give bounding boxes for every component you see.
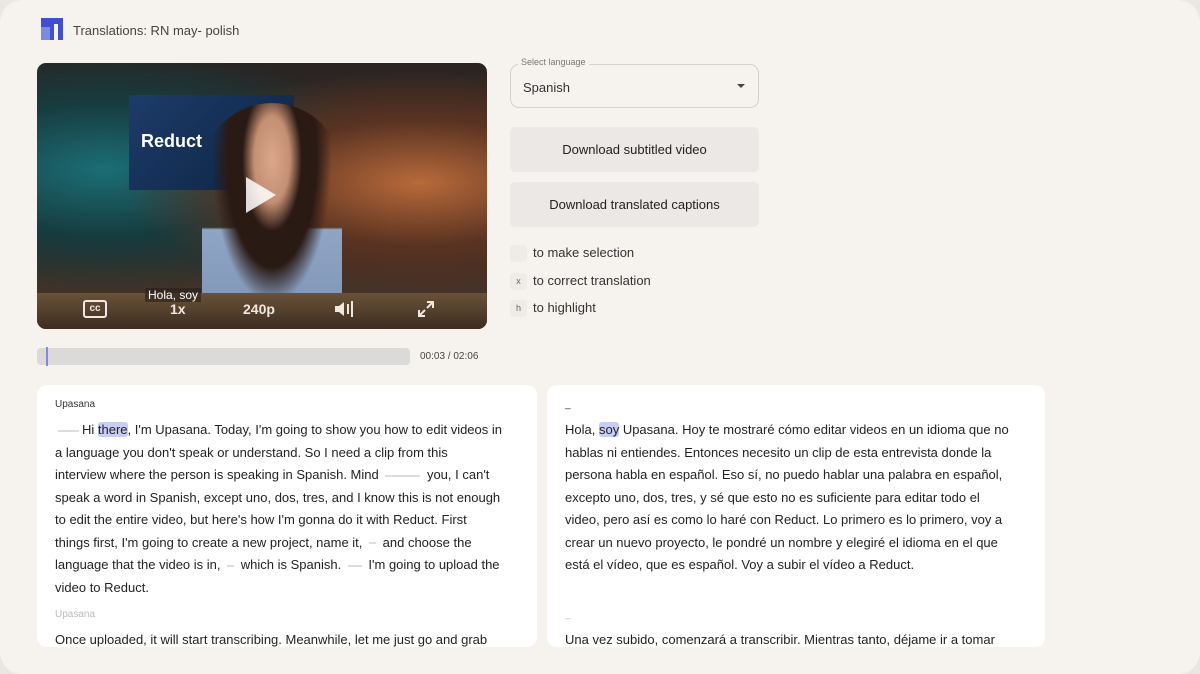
text-line: speak a word in Spanish, except uno, dos… xyxy=(55,487,519,510)
shortcut-correct: x to correct translation xyxy=(510,273,651,291)
speaker-label: Upasana xyxy=(55,609,96,620)
text-line: Once uploaded, it will start transcribin… xyxy=(55,629,519,647)
shortcut-key: h xyxy=(510,300,527,318)
speed-button[interactable]: 1x xyxy=(170,301,186,317)
time-readout: 00:03 / 02:06 xyxy=(420,351,479,362)
word-span[interactable]: I'm going to upload the xyxy=(365,557,499,572)
word-span[interactable]: things first, I'm going to create a new … xyxy=(55,535,366,550)
word-span[interactable]: persona habla en español. Eso sí, no pue… xyxy=(565,467,1002,482)
word-span[interactable]: and choose the xyxy=(379,535,472,550)
text-line: interview where the person is speaking i… xyxy=(55,464,519,487)
text-line: video to Reduct. xyxy=(55,577,519,600)
text-line: to edit the entire video, but here's how… xyxy=(55,509,519,532)
text-line: Hi there, I'm Upasana. Today, I'm going … xyxy=(55,419,519,442)
word-span[interactable]: hablas ni entiendes. Entonces necesito u… xyxy=(565,445,991,460)
language-select[interactable]: Spanish xyxy=(510,64,759,108)
transcript-paragraph[interactable]: Una vez subido, comenzará a transcribir.… xyxy=(565,629,1027,647)
text-line: hablas ni entiendes. Entonces necesito u… xyxy=(565,442,1027,465)
text-line: Hola, soy Upasana. Hoy te mostraré cómo … xyxy=(565,419,1027,442)
page-title: Translations: RN may- polish xyxy=(73,23,240,38)
play-icon[interactable] xyxy=(246,177,276,213)
shortcut-selection: to make selection xyxy=(510,245,635,263)
language-select-label: Select language xyxy=(518,57,589,67)
transcript-paragraph[interactable]: Once uploaded, it will start transcribin… xyxy=(55,629,519,647)
text-line: crear un nuevo proyecto, le pondré un no… xyxy=(565,532,1027,555)
timeline-scrubber[interactable] xyxy=(37,347,410,366)
video-subtitle: Hola, soy xyxy=(145,288,202,302)
volume-icon[interactable] xyxy=(333,299,355,319)
language-select-value: Spanish xyxy=(523,80,570,95)
word-span[interactable]: video, pero así es como lo haré con Redu… xyxy=(565,512,1002,527)
speaker-label: Upasana xyxy=(55,399,96,410)
word-span[interactable]: interview where the person is speaking i… xyxy=(55,467,382,482)
text-line: video, pero así es como lo haré con Redu… xyxy=(565,509,1027,532)
text-line: excepto uno, dos, tres, y sé que esto no… xyxy=(565,487,1027,510)
word-span[interactable]: está el vídeo, que es español. Voy a sub… xyxy=(565,557,914,572)
word-span[interactable]: Once uploaded, it will start transcribin… xyxy=(55,632,487,647)
word-span[interactable]: which is Spanish. xyxy=(237,557,345,572)
word-span[interactable]: Hola, xyxy=(565,422,599,437)
text-line: está el vídeo, que es español. Voy a sub… xyxy=(565,554,1027,577)
word-span[interactable]: crear un nuevo proyecto, le pondré un no… xyxy=(565,535,998,550)
source-transcript-panel[interactable]: Upasana Hi there, I'm Upasana. Today, I'm… xyxy=(37,385,537,647)
text-line xyxy=(565,577,1027,600)
shortcut-highlight: h to highlight xyxy=(510,300,596,318)
text-line: a language you don't speak or understand… xyxy=(55,442,519,465)
word-span[interactable]: Upasana. Hoy te mostraré cómo editar vid… xyxy=(619,422,1009,437)
shortcut-label: to correct translation xyxy=(533,273,651,288)
shortcut-key: x xyxy=(510,273,527,291)
text-line: Una vez subido, comenzará a transcribir.… xyxy=(565,629,1027,647)
word-span[interactable]: you, I can't xyxy=(423,467,489,482)
tv-text: Reduct xyxy=(141,131,203,151)
word-span[interactable]: language that the video is in, xyxy=(55,557,224,572)
highlighted-word[interactable]: there xyxy=(97,422,128,437)
transcript-paragraph[interactable]: Hola, soy Upasana. Hoy te mostraré cómo … xyxy=(565,419,1027,599)
download-translated-captions-button[interactable]: Download translated captions xyxy=(510,182,759,227)
text-line: language that the video is in, which is … xyxy=(55,554,519,577)
app-window: Translations: RN may- polish Reduct Hola… xyxy=(0,0,1200,674)
word-span[interactable]: , I'm Upasana. Today, I'm going to show … xyxy=(128,422,502,437)
word-span[interactable]: Hi xyxy=(82,422,98,437)
word-span[interactable]: speak a word in Spanish, except uno, dos… xyxy=(55,490,500,505)
fullscreen-icon[interactable] xyxy=(417,300,435,318)
shortcut-key xyxy=(510,245,527,263)
translation-panel[interactable]: _ Hola, soy Upasana. Hoy te mostraré cómo… xyxy=(547,385,1045,647)
word-span[interactable]: excepto uno, dos, tres, y sé que esto no… xyxy=(565,490,980,505)
captions-button[interactable]: cc xyxy=(83,300,107,318)
pause-marker[interactable] xyxy=(369,542,377,545)
word-span[interactable]: Una vez subido, comenzará a transcribir.… xyxy=(565,632,995,647)
playhead[interactable] xyxy=(45,347,48,366)
word-span[interactable]: a language you don't speak or understand… xyxy=(55,445,448,460)
video-player[interactable]: Reduct Hola, soy cc 1x 240p xyxy=(37,63,487,329)
pause-marker[interactable] xyxy=(227,564,235,567)
pause-marker[interactable] xyxy=(58,429,79,432)
chevron-down-icon xyxy=(737,84,745,88)
word-span[interactable]: to edit the entire video, but here's how… xyxy=(55,512,467,527)
shortcut-label: to highlight xyxy=(533,300,596,315)
speaker-label: _ xyxy=(565,609,571,620)
reduct-logo-icon xyxy=(41,18,63,40)
transcript-paragraph[interactable]: Hi there, I'm Upasana. Today, I'm going … xyxy=(55,419,519,599)
word-span[interactable]: video to Reduct. xyxy=(55,580,149,595)
quality-button[interactable]: 240p xyxy=(243,301,275,317)
text-line: persona habla en español. Eso sí, no pue… xyxy=(565,464,1027,487)
shortcut-label: to make selection xyxy=(533,245,635,260)
speaker-label: _ xyxy=(565,399,571,410)
pause-marker[interactable] xyxy=(385,474,421,477)
highlighted-word[interactable]: soy xyxy=(598,422,620,437)
download-subtitled-video-button[interactable]: Download subtitled video xyxy=(510,127,759,172)
text-line: things first, I'm going to create a new … xyxy=(55,532,519,555)
pause-marker[interactable] xyxy=(347,564,362,567)
